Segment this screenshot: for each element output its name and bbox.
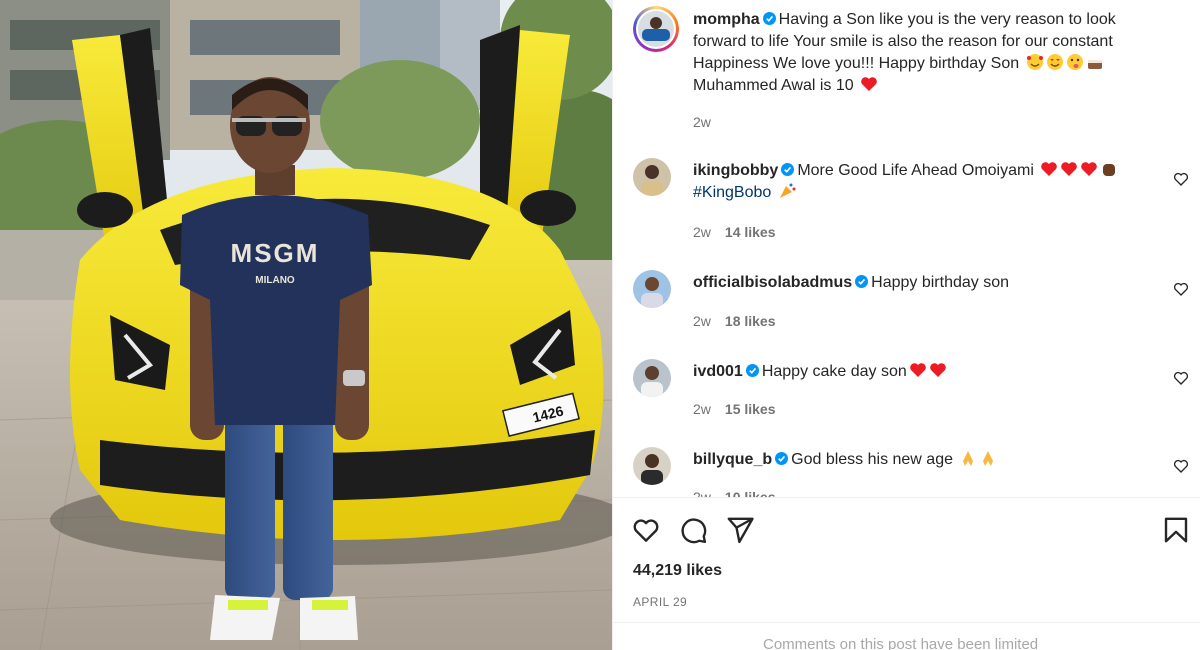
comment-username[interactable]: ivd001 bbox=[693, 363, 743, 380]
avatar-mompha[interactable] bbox=[633, 6, 679, 52]
avatar-officialbisolabadmus[interactable] bbox=[633, 270, 671, 308]
comment-body: Happy cake day son bbox=[761, 363, 907, 380]
tongue-emoji-icon bbox=[1066, 54, 1083, 70]
caption-text: mompha Having a Son like you is the very … bbox=[693, 9, 1163, 97]
post-photo[interactable]: 1426 MSGM MILANO bbox=[0, 0, 612, 650]
comment-username[interactable]: officialbisolabadmus bbox=[693, 274, 852, 291]
red-heart-emoji-icon bbox=[909, 363, 926, 377]
post-date: APRIL 29 bbox=[633, 595, 688, 609]
comment-likes[interactable]: 14 likes bbox=[725, 224, 776, 240]
like-comment-heart-icon[interactable] bbox=[1173, 458, 1189, 474]
comments-limited-notice: Comments on this post have been limited bbox=[613, 622, 1200, 650]
photo-illustration: 1426 MSGM MILANO bbox=[0, 0, 612, 650]
shirt-logo: MSGM bbox=[231, 238, 320, 268]
folded-hands-emoji-icon bbox=[983, 451, 994, 466]
red-heart-emoji-icon bbox=[1041, 162, 1058, 176]
comment-likes[interactable]: 15 likes bbox=[725, 401, 776, 417]
folded-hands-emoji-icon bbox=[963, 451, 974, 466]
comment-body: More Good Life Ahead Omoiyami bbox=[797, 162, 1034, 179]
comment-icon[interactable] bbox=[678, 515, 708, 545]
comment-meta: 2w 10 likes bbox=[693, 489, 790, 497]
like-comment-heart-icon[interactable] bbox=[1173, 171, 1189, 187]
comment-username[interactable]: ikingbobby bbox=[693, 162, 778, 179]
comment-username[interactable]: billyque_b bbox=[693, 451, 772, 468]
comment-text: ikingbobby More Good Life Ahead Omoiyami … bbox=[693, 160, 1163, 204]
shirt-sublogo: MILANO bbox=[255, 275, 295, 286]
fist-emoji-icon bbox=[1103, 164, 1116, 176]
red-heart-emoji-icon bbox=[929, 363, 946, 377]
heart-icon[interactable] bbox=[631, 515, 661, 545]
red-heart-emoji-icon bbox=[861, 77, 877, 91]
limited-text: Comments on this post have been limited bbox=[763, 636, 1039, 650]
share-icon[interactable] bbox=[725, 515, 755, 545]
party-popper-emoji-icon bbox=[779, 183, 796, 198]
like-comment-heart-icon[interactable] bbox=[1173, 370, 1189, 386]
comment-text: ivd001 Happy cake day son bbox=[693, 361, 1163, 383]
verified-badge-icon bbox=[745, 364, 759, 377]
comment-text: billyque_b God bless his new age bbox=[693, 449, 1163, 471]
bookmark-icon[interactable] bbox=[1161, 515, 1191, 545]
post-actions: 44,219 likes APRIL 29 Comments on this p… bbox=[613, 497, 1200, 650]
smiling-hearts-emoji-icon bbox=[1026, 54, 1043, 70]
comment-time[interactable]: 2w bbox=[693, 313, 711, 329]
comment-likes[interactable]: 10 likes bbox=[725, 489, 776, 497]
comment-meta: 2w 18 likes bbox=[693, 313, 790, 329]
cake-emoji-icon bbox=[1087, 60, 1102, 69]
comments-list[interactable]: mompha Having a Son like you is the very … bbox=[613, 0, 1200, 497]
comment-text: officialbisolabadmus Happy birthday son bbox=[693, 272, 1163, 294]
post-sidebar: mompha Having a Son like you is the very … bbox=[612, 0, 1200, 650]
verified-badge-icon bbox=[781, 163, 795, 176]
caption-tail: Muhammed Awal is 10 bbox=[693, 77, 854, 94]
heart-eyes-emoji-icon bbox=[1046, 54, 1063, 70]
comment-time[interactable]: 2w bbox=[693, 224, 711, 240]
caption-meta: 2w bbox=[693, 114, 725, 130]
likes-count[interactable]: 44,219 likes bbox=[633, 562, 722, 580]
comment-hashtag[interactable]: #KingBobo bbox=[693, 184, 771, 201]
instagram-post: 1426 MSGM MILANO mompha Having a Son lik… bbox=[0, 0, 1200, 650]
red-heart-emoji-icon bbox=[1081, 162, 1098, 176]
verified-badge-icon bbox=[855, 275, 869, 288]
caption-username[interactable]: mompha bbox=[693, 11, 760, 28]
red-heart-emoji-icon bbox=[1061, 162, 1078, 176]
comment-time[interactable]: 2w bbox=[693, 401, 711, 417]
comment-body: God bless his new age bbox=[791, 451, 953, 468]
avatar-ivd001[interactable] bbox=[633, 359, 671, 397]
comment-meta: 2w 15 likes bbox=[693, 401, 790, 417]
avatar-billyque_b[interactable] bbox=[633, 447, 671, 485]
verified-badge-icon bbox=[775, 452, 789, 465]
comment-meta: 2w 14 likes bbox=[693, 224, 790, 240]
caption-time[interactable]: 2w bbox=[693, 114, 711, 130]
comment-time[interactable]: 2w bbox=[693, 489, 711, 497]
like-comment-heart-icon[interactable] bbox=[1173, 281, 1189, 297]
verified-badge-icon bbox=[762, 12, 776, 25]
comment-body: Happy birthday son bbox=[871, 274, 1009, 291]
avatar-ikingbobby[interactable] bbox=[633, 158, 671, 196]
comment-likes[interactable]: 18 likes bbox=[725, 313, 776, 329]
